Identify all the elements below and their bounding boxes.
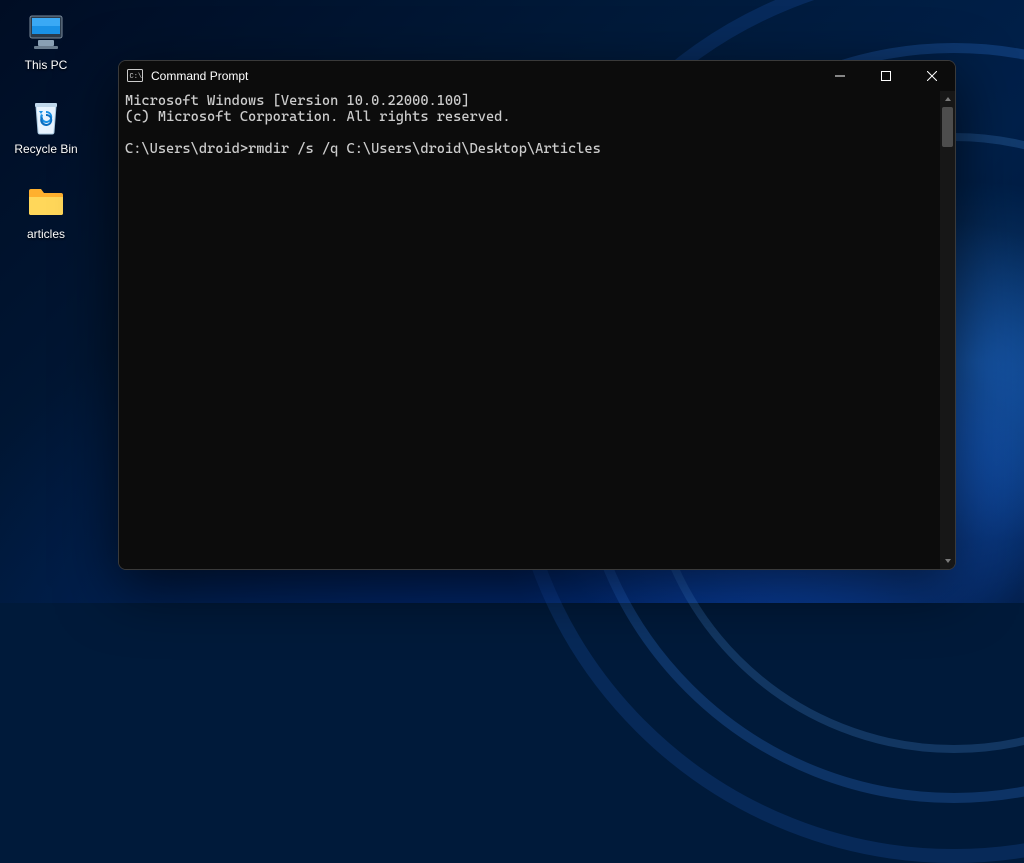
svg-text:C:\: C:\ [130, 73, 143, 81]
titlebar[interactable]: C:\ Command Prompt [119, 61, 955, 91]
desktop-icons: This PC Recycle Bin articles [8, 8, 84, 243]
maximize-button[interactable] [863, 61, 909, 91]
window-controls [817, 61, 955, 91]
desktop-icon-label: This PC [25, 58, 68, 72]
minimize-button[interactable] [817, 61, 863, 91]
scrollbar[interactable] [940, 91, 955, 569]
command-prompt-window: C:\ Command Prompt Microsoft Windows [Ve… [118, 60, 956, 570]
desktop-icon-recycle-bin[interactable]: Recycle Bin [8, 92, 84, 158]
desktop-icon-this-pc[interactable]: This PC [8, 8, 84, 74]
recycle-bin-icon [24, 94, 68, 138]
close-button[interactable] [909, 61, 955, 91]
desktop-icon-label: articles [27, 227, 65, 241]
desktop-icon-label: Recycle Bin [14, 142, 77, 156]
cmd-icon: C:\ [127, 68, 143, 84]
scroll-track[interactable] [940, 107, 955, 553]
terminal-prompt: C:\Users\droid> [125, 141, 248, 157]
terminal-line: (c) Microsoft Corporation. All rights re… [125, 109, 511, 125]
window-title: Command Prompt [151, 69, 817, 83]
scroll-thumb[interactable] [942, 107, 953, 147]
desktop-icon-articles[interactable]: articles [8, 177, 84, 243]
pc-icon [24, 10, 68, 54]
scroll-down-arrow-icon[interactable] [940, 553, 955, 569]
terminal-command: rmdir /s /q C:\Users\droid\Desktop\Artic… [248, 141, 601, 157]
scroll-up-arrow-icon[interactable] [940, 91, 955, 107]
terminal-content[interactable]: Microsoft Windows [Version 10.0.22000.10… [119, 91, 940, 569]
terminal-line: Microsoft Windows [Version 10.0.22000.10… [125, 93, 470, 109]
folder-icon [24, 179, 68, 223]
terminal-body: Microsoft Windows [Version 10.0.22000.10… [119, 91, 955, 569]
